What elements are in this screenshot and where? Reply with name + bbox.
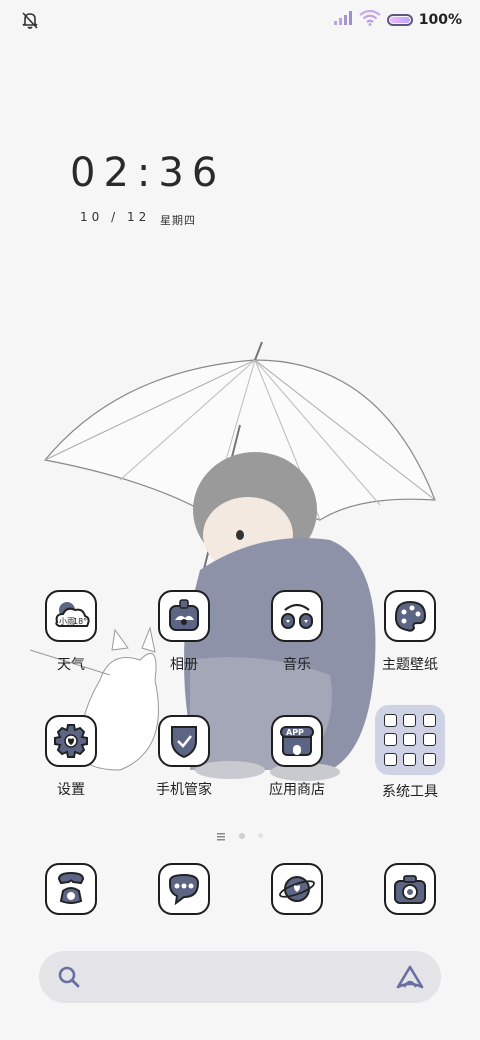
folder-app-icon bbox=[422, 752, 436, 766]
menu-icon bbox=[217, 826, 226, 845]
folder-app-icon bbox=[422, 714, 436, 727]
folder-system-tools[interactable]: 系统工具 bbox=[360, 705, 460, 815]
app-store-badge: APP bbox=[286, 728, 304, 737]
app-label: 系统工具 bbox=[382, 784, 438, 800]
music-icon bbox=[271, 590, 323, 642]
battery-icon bbox=[386, 14, 413, 26]
battery-percentage: 100% bbox=[418, 12, 462, 28]
theme-icon bbox=[384, 590, 436, 642]
settings-icon bbox=[45, 715, 97, 767]
page-indicator[interactable] bbox=[0, 825, 480, 845]
signal-icon bbox=[333, 10, 353, 30]
dock-browser[interactable] bbox=[247, 863, 347, 923]
app-label: 设置 bbox=[57, 782, 85, 798]
app-label: 天气 bbox=[57, 657, 85, 673]
search-icon[interactable] bbox=[57, 965, 81, 993]
gallery-icon bbox=[158, 590, 210, 642]
page-dot bbox=[257, 833, 263, 838]
folder-app-icon bbox=[422, 733, 436, 747]
app-theme[interactable]: 主题壁纸 bbox=[360, 590, 460, 700]
app-music[interactable]: 音乐 bbox=[247, 590, 347, 700]
app-gallery[interactable]: 相册 bbox=[134, 590, 234, 700]
dock-messages[interactable] bbox=[134, 863, 234, 923]
weather-icon: 小雨 18° bbox=[45, 590, 97, 642]
assistant-icon[interactable] bbox=[395, 963, 425, 995]
app-label: 音乐 bbox=[283, 657, 311, 673]
weather-temp-text: 18° bbox=[73, 617, 87, 626]
folder-app-icon bbox=[403, 752, 417, 766]
app-store[interactable]: APP 应用商店 bbox=[247, 715, 347, 825]
folder-app-icon bbox=[403, 714, 417, 727]
camera-icon bbox=[384, 863, 436, 915]
folder-icon bbox=[375, 705, 445, 775]
app-weather[interactable]: 小雨 18° 天气 bbox=[21, 590, 121, 700]
folder-app-icon bbox=[403, 733, 417, 747]
phone-icon bbox=[45, 863, 97, 915]
clock-time[interactable]: 02:36 bbox=[70, 150, 270, 196]
wifi-icon bbox=[359, 9, 381, 30]
search-bar[interactable] bbox=[39, 951, 441, 1003]
page-dot-active bbox=[238, 832, 245, 839]
app-phone-manager[interactable]: 手机管家 bbox=[134, 715, 234, 825]
app-label: 相册 bbox=[170, 657, 198, 673]
app-store-icon: APP bbox=[271, 715, 323, 767]
app-label: 应用商店 bbox=[269, 782, 325, 798]
phone-manager-icon bbox=[158, 715, 210, 767]
clock-weekday: 星期四 bbox=[160, 214, 196, 227]
folder-app-icon bbox=[384, 733, 397, 747]
bell-off-icon bbox=[20, 10, 40, 30]
status-bar: 100% bbox=[0, 0, 480, 40]
dock-phone[interactable] bbox=[21, 863, 121, 923]
folder-app-icon bbox=[384, 752, 397, 766]
app-label: 主题壁纸 bbox=[382, 657, 438, 673]
browser-icon bbox=[271, 863, 323, 915]
dock-camera[interactable] bbox=[360, 863, 460, 923]
folder-app-icon bbox=[384, 714, 397, 727]
app-settings[interactable]: 设置 bbox=[21, 715, 121, 825]
clock-date: 10 / 12 bbox=[80, 210, 151, 224]
app-label: 手机管家 bbox=[156, 782, 212, 798]
messages-icon bbox=[158, 863, 210, 915]
